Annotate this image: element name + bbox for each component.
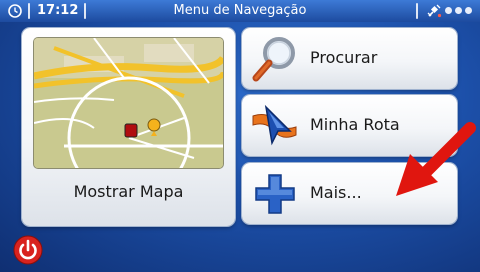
more-label: Mais...: [310, 183, 362, 202]
map-preview: [34, 38, 223, 168]
page-title: Menu de Navegação: [173, 3, 307, 18]
show-map-label: Mostrar Mapa: [73, 182, 184, 201]
route-arrow-icon: [252, 104, 297, 146]
show-map-button[interactable]: Mostrar Mapa: [22, 28, 235, 226]
page-indicator-dot: [465, 7, 472, 14]
magnifier-icon: [252, 37, 295, 82]
page-indicator-dot: [455, 7, 462, 14]
gps-satellite-icon[interactable]: [426, 3, 442, 19]
search-button[interactable]: Procurar: [242, 28, 457, 89]
power-button[interactable]: [13, 235, 43, 265]
status-bar: 17:12 Menu de Navegação: [0, 0, 480, 22]
map-image: [34, 38, 223, 168]
red-arrow-icon: [396, 122, 476, 196]
my-route-label: Minha Rota: [310, 115, 400, 134]
page-indicator-dot: [445, 7, 452, 14]
plus-icon: [255, 174, 295, 214]
search-label: Procurar: [310, 48, 378, 67]
status-separator: [416, 3, 418, 19]
